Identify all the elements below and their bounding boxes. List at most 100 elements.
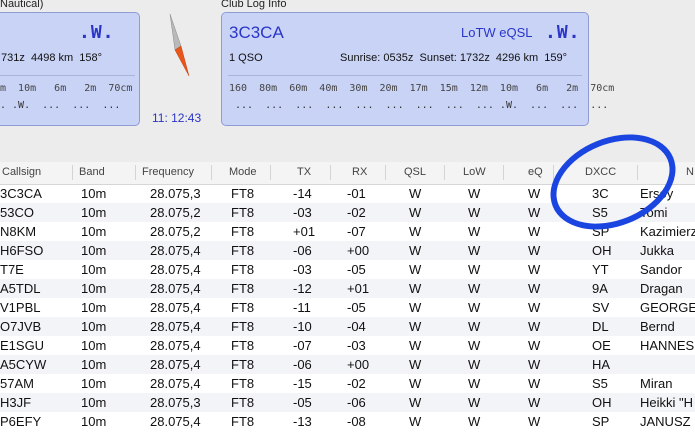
band-cell: 10m	[81, 376, 107, 391]
lotw-cell: W	[468, 357, 481, 372]
callsign-cell: 53CO	[0, 205, 34, 220]
column-divider	[385, 165, 386, 180]
tx-cell: -07	[293, 338, 312, 353]
callsign-cell: V1PBL	[0, 300, 41, 315]
lotw-cell: W	[468, 281, 481, 296]
band-cell: 10m	[81, 338, 107, 353]
mode-cell: FT8	[231, 205, 255, 220]
dxcc-cell: 3C	[592, 186, 609, 201]
eqsl-cell: W	[528, 319, 541, 334]
dxcc-cell: SV	[592, 300, 610, 315]
band-cell: 10m	[81, 300, 107, 315]
mode-cell: FT8	[231, 319, 255, 334]
rx-cell: -03	[347, 338, 366, 353]
name-cell: JANUSZ	[640, 414, 691, 429]
tx-cell: -05	[293, 395, 312, 410]
callsign-cell: H6FSO	[0, 243, 44, 258]
band-cell: 10m	[81, 281, 107, 296]
mode-cell: FT8	[231, 262, 255, 277]
table-row[interactable]: P6EFY 10m 28.075,4 FT8 -13 -08 W W W SP JANUSZ	[0, 412, 695, 431]
lotw-cell: W	[468, 338, 481, 353]
mode-cell: FT8	[231, 243, 255, 258]
dxcc-cell: YT	[592, 262, 609, 277]
tx-cell: -15	[293, 376, 312, 391]
qsl-cell: W	[409, 224, 422, 239]
eqsl-cell: W	[528, 357, 541, 372]
frequency-cell: 28.075,2	[150, 224, 201, 239]
callsign-cell: A5TDL	[0, 281, 41, 296]
rx-cell: -02	[347, 205, 366, 220]
lotw-cell: W	[468, 205, 481, 220]
band-cell: 10m	[81, 414, 107, 429]
club-log-panel: 3C3CA LoTW eQSL .W. 1 QSO Sunrise: 0535z…	[221, 12, 614, 126]
col-header-rx[interactable]: RX	[352, 166, 367, 178]
rx-cell: -05	[347, 300, 366, 315]
table-row[interactable]: O7JVB 10m 28.075,4 FT8 -10 -04 W W W DL Bernd	[0, 317, 695, 336]
table-row[interactable]: E1SGU 10m 28.075,4 FT8 -07 -03 W W W OE HANNES	[0, 336, 695, 355]
sun-distance-info: Sunrise: 0535z Sunset: 1732z 4296 km 159…	[340, 52, 567, 64]
lotw-eqsl-label: LoTW eQSL	[461, 25, 533, 40]
club-worked-indicator: .W.	[545, 22, 581, 43]
name-cell: Tomi	[640, 205, 668, 220]
table-row[interactable]: 57AM 10m 28.075,4 FT8 -15 -02 W W W S5 Miran	[0, 374, 695, 393]
lotw-cell: W	[468, 262, 481, 277]
lotw-cell: W	[468, 395, 481, 410]
info-header: Nautical) .W. 731z 4498 km 158° m 10m 6m…	[0, 0, 695, 162]
frequency-cell: 28.075,4	[150, 357, 201, 372]
table-row[interactable]: A5TDL 10m 28.075,4 FT8 -12 +01 W W W 9A Dragan	[0, 279, 695, 298]
mode-cell: FT8	[231, 186, 255, 201]
col-header-callsign[interactable]: Callsign	[2, 166, 41, 178]
eqsl-cell: W	[528, 243, 541, 258]
frequency-cell: 28.075,4	[150, 281, 201, 296]
col-header-mode[interactable]: Mode	[229, 166, 257, 178]
rx-cell: -01	[347, 186, 366, 201]
table-row[interactable]: V1PBL 10m 28.075,4 FT8 -11 -05 W W W SV GEORGE	[0, 298, 695, 317]
col-header-frequency[interactable]: Frequency	[142, 166, 194, 178]
table-row[interactable]: H6FSO 10m 28.075,4 FT8 -06 +00 W W W OH Jukka	[0, 241, 695, 260]
table-row[interactable]: A5CYW 10m 28.075,4 FT8 -06 +00 W W W HA	[0, 355, 695, 374]
table-row[interactable]: N8KM 10m 28.075,2 FT8 +01 -07 W W W SP Kazimierz	[0, 222, 695, 241]
table-row[interactable]: H3JF 10m 28.075,3 FT8 -05 -06 W W W OH Heikki "H	[0, 393, 695, 412]
lotw-cell: W	[468, 300, 481, 315]
name-cell: Jukka	[640, 243, 674, 258]
frequency-cell: 28.075,4	[150, 319, 201, 334]
callsign-cell: E1SGU	[0, 338, 45, 353]
callsign-cell: 3C3CA	[0, 186, 42, 201]
tx-cell: +01	[293, 224, 316, 239]
col-header-qsl[interactable]: QSL	[404, 166, 426, 178]
left-info-panel: .W. 731z 4498 km 158° m 10m 6m 2m 70cm .…	[0, 12, 140, 126]
callsign-cell: N8KM	[0, 224, 37, 239]
tx-cell: -03	[293, 262, 312, 277]
dxcc-cell: SP	[592, 224, 610, 239]
mode-cell: FT8	[231, 376, 255, 391]
col-header-dxcc[interactable]: DXCC	[585, 166, 616, 178]
lotw-cell: W	[468, 243, 481, 258]
table-row[interactable]: T7E 10m 28.075,4 FT8 -03 -05 W W W YT Sandor	[0, 260, 695, 279]
club-callsign: 3C3CA	[229, 23, 284, 42]
rx-cell: -04	[347, 319, 366, 334]
col-header-tx[interactable]: TX	[297, 166, 311, 178]
name-cell: Bernd	[640, 319, 675, 334]
col-header-eqsl[interactable]: eQ	[528, 166, 543, 178]
qsl-cell: W	[409, 186, 422, 201]
mode-cell: FT8	[231, 281, 255, 296]
tx-cell: -06	[293, 243, 312, 258]
table-row[interactable]: 3C3CA 10m 28.075,3 FT8 -14 -01 W W W 3C Ersoy	[0, 184, 695, 203]
eqsl-cell: W	[528, 281, 541, 296]
col-header-name[interactable]: N	[686, 166, 694, 178]
callsign-cell: P6EFY	[0, 414, 42, 429]
qsl-cell: W	[409, 281, 422, 296]
col-header-lotw[interactable]: LoW	[463, 166, 486, 178]
dxcc-cell: OH	[592, 395, 612, 410]
lotw-cell: W	[468, 319, 481, 334]
dxcc-cell: S5	[592, 205, 608, 220]
table-header: Callsign Band Frequency Mode TX RX QSL L…	[0, 162, 695, 185]
col-header-band[interactable]: Band	[79, 166, 105, 178]
table-row[interactable]: 53CO 10m 28.075,2 FT8 -03 -02 W W W S5 Tomi	[0, 203, 695, 222]
frequency-cell: 28.075,2	[150, 205, 201, 220]
band-cell: 10m	[81, 319, 107, 334]
band-cell: 10m	[81, 224, 107, 239]
rx-cell: -07	[347, 224, 366, 239]
band-cell: 10m	[81, 262, 107, 277]
tx-cell: -03	[293, 205, 312, 220]
